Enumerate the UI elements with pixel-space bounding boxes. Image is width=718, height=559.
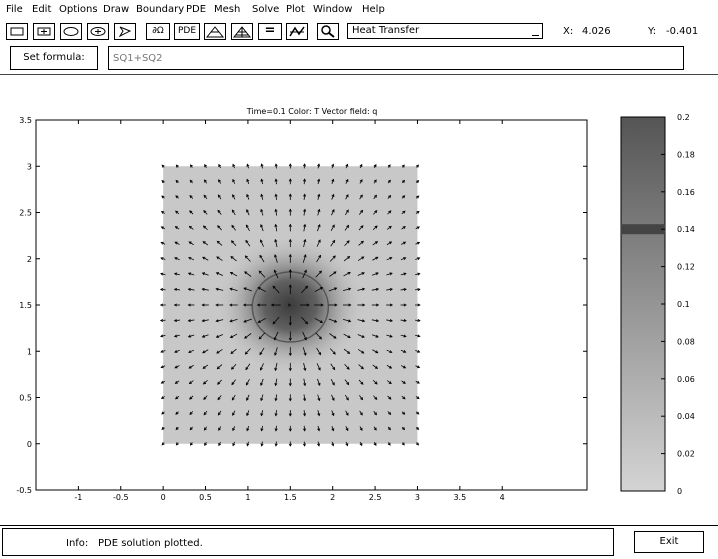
plot-button[interactable] xyxy=(286,23,308,40)
menu-file[interactable]: File xyxy=(6,4,23,15)
colorbar: 0.2 0.18 0.16 0.14 0.12 0.1 0.08 0.06 0.04 0.02 0 xyxy=(600,100,718,500)
set-formula-label: Set formula: xyxy=(10,46,98,70)
zoom-icon xyxy=(318,24,338,39)
y-tick-label: 0.5 xyxy=(19,394,32,403)
y-tick-label: -0.5 xyxy=(16,486,32,495)
dropdown-icon xyxy=(532,31,539,36)
colorbar-tick-label: 0.04 xyxy=(677,412,695,421)
menu-draw[interactable]: Draw xyxy=(103,4,129,15)
solve-button[interactable]: = xyxy=(258,23,282,40)
refine-mesh-button[interactable] xyxy=(231,23,253,40)
x-tick-label: 4 xyxy=(500,493,505,500)
refine-mesh-icon xyxy=(232,24,252,39)
colorbar-highlight xyxy=(621,224,665,234)
x-tick-label: -1 xyxy=(74,493,82,500)
x-coord-label: X: xyxy=(563,26,573,37)
x-tick-label: 2 xyxy=(330,493,335,500)
menu-boundary[interactable]: Boundary xyxy=(136,4,184,15)
y-coord-label: Y: xyxy=(648,26,656,37)
ellipse-icon xyxy=(61,24,81,39)
application-mode-select[interactable]: Heat Transfer xyxy=(347,23,543,39)
status-message: PDE solution plotted. xyxy=(98,538,203,549)
colorbar-tick-label: 0.18 xyxy=(677,150,695,159)
centered-rectangle-button[interactable] xyxy=(33,23,55,40)
x-tick-label: 3.5 xyxy=(453,493,466,500)
rectangle-icon xyxy=(7,24,27,39)
divider xyxy=(0,74,718,75)
y-tick-label: 3.5 xyxy=(19,116,32,125)
colorbar-tick-label: 0.06 xyxy=(677,375,695,384)
plot-title: Time=0.1 Color: T Vector field: q xyxy=(246,107,378,116)
colorbar-tick-label: 0.14 xyxy=(677,225,695,234)
plot-icon xyxy=(287,24,307,39)
colorbar-tick-label: 0.08 xyxy=(677,337,695,346)
x-tick-label: 3 xyxy=(415,493,420,500)
exit-button[interactable]: Exit xyxy=(634,531,704,553)
y-tick-label: 1 xyxy=(27,347,32,356)
colorbar-tick-label: 0.2 xyxy=(677,113,690,122)
status-box xyxy=(2,528,614,556)
centered-ellipse-icon xyxy=(88,24,108,39)
menu-pde[interactable]: PDE xyxy=(186,4,206,15)
pde-spec-button[interactable]: PDE xyxy=(174,23,200,40)
zoom-button[interactable] xyxy=(317,23,339,40)
x-tick-label: -0.5 xyxy=(113,493,129,500)
colorbar-tick-label: 0 xyxy=(677,487,682,496)
x-tick-label: 0.5 xyxy=(199,493,212,500)
menu-plot[interactable]: Plot xyxy=(286,4,305,15)
x-tick-label: 1 xyxy=(245,493,250,500)
x-tick-label: 0 xyxy=(161,493,166,500)
boundary-mode-button[interactable]: ∂Ω xyxy=(146,23,170,40)
y-tick-label: 3 xyxy=(27,162,32,171)
menu-solve[interactable]: Solve xyxy=(252,4,279,15)
y-tick-label: 2.5 xyxy=(19,209,32,218)
centered-rectangle-icon xyxy=(34,24,54,39)
y-tick-label: 0 xyxy=(27,440,32,449)
rectangle-button[interactable] xyxy=(6,23,28,40)
menu-options[interactable]: Options xyxy=(59,4,98,15)
polygon-button[interactable] xyxy=(114,23,136,40)
y-tick-label: 2 xyxy=(27,255,32,264)
colorbar-tick-label: 0.1 xyxy=(677,300,690,309)
menu-mesh[interactable]: Mesh xyxy=(214,4,240,15)
x-coord-value: 4.026 xyxy=(582,26,611,37)
application-mode-value: Heat Transfer xyxy=(352,25,419,36)
menu-edit[interactable]: Edit xyxy=(32,4,51,15)
ellipse-button[interactable] xyxy=(60,23,82,40)
y-tick-label: 1.5 xyxy=(19,301,32,310)
plot-area[interactable]: Time=0.1 Color: T Vector field: q -1 -0.5… xyxy=(0,100,600,500)
menu-window[interactable]: Window xyxy=(313,4,352,15)
colorbar-tick-label: 0.16 xyxy=(677,188,695,197)
x-tick-label: 2.5 xyxy=(369,493,382,500)
colorbar-tick-label: 0.12 xyxy=(677,263,695,272)
y-coord-value: -0.401 xyxy=(666,26,698,37)
centered-ellipse-button[interactable] xyxy=(87,23,109,40)
menu-help[interactable]: Help xyxy=(362,4,385,15)
mesh-icon xyxy=(205,24,225,39)
x-tick-label: 1.5 xyxy=(284,493,297,500)
menu-bar: File Edit Options Draw Boundary PDE Mesh… xyxy=(0,0,718,20)
status-label: Info: xyxy=(66,538,88,549)
init-mesh-button[interactable] xyxy=(204,23,226,40)
colorbar-tick-label: 0.02 xyxy=(677,450,695,459)
set-formula-input[interactable] xyxy=(108,46,684,70)
polygon-icon xyxy=(115,24,135,39)
colorbar-gradient xyxy=(621,117,665,491)
